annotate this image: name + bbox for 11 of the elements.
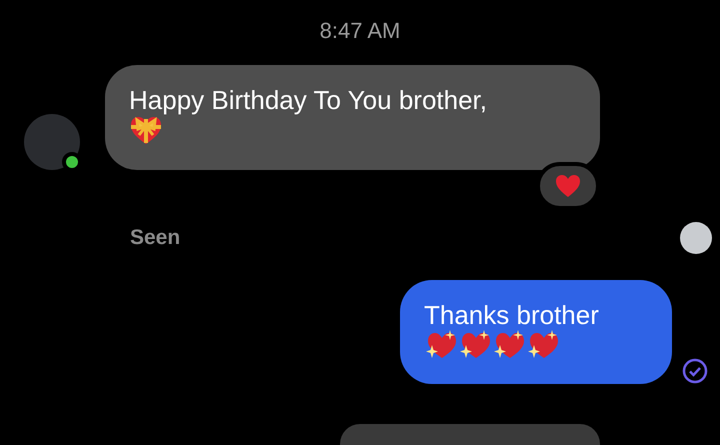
- message-text: Thanks brother: [424, 300, 600, 330]
- seen-label: Seen: [130, 225, 180, 252]
- heart-icon: [555, 174, 581, 198]
- message-text: Happy Birthday To You brother,: [129, 85, 488, 115]
- sparkling-heart-icon: [526, 330, 560, 360]
- sparkling-heart-icon: [458, 330, 492, 360]
- timestamp: 8:47 AM: [320, 17, 400, 45]
- seen-avatar: [680, 222, 712, 254]
- sparkling-heart-icon: [424, 330, 458, 360]
- gift-heart-icon: [129, 115, 163, 145]
- sparkling-heart-icon: [492, 330, 526, 360]
